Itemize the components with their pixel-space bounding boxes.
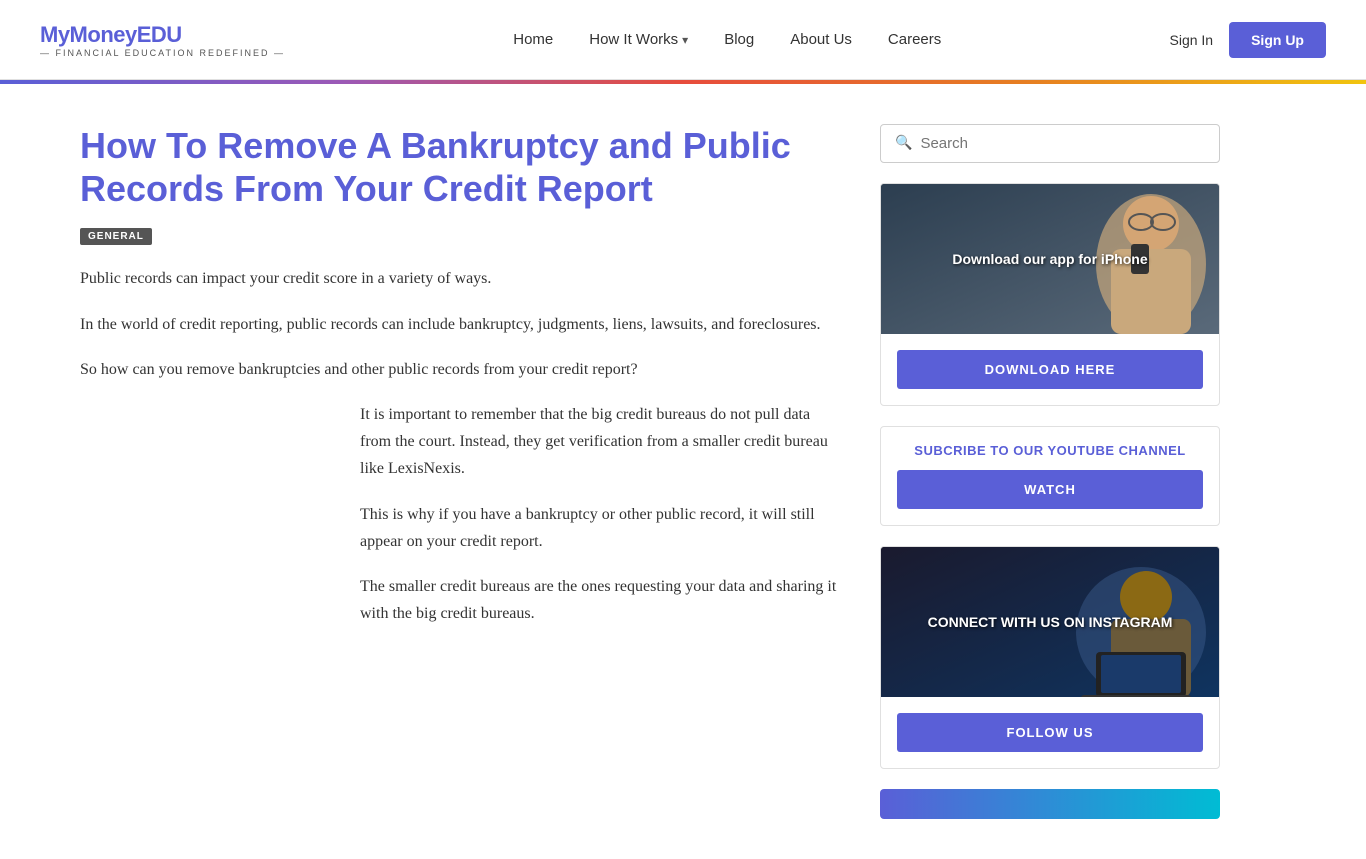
youtube-card-content: SUBCRIBE TO OUR YOUTUBE CHANNEL WATCH: [881, 427, 1219, 525]
nav-menu: Home How It Works Blog About Us Careers: [513, 31, 941, 49]
nav-auth-area: Sign In Sign Up: [1170, 22, 1326, 58]
nav-item-about-us[interactable]: About Us: [790, 31, 852, 49]
iphone-download-button[interactable]: DOWNLOAD HERE: [897, 350, 1203, 389]
article-quote-3: The smaller credit bureaus are the ones …: [360, 573, 840, 627]
nav-item-home[interactable]: Home: [513, 31, 553, 49]
iphone-card-overlay: Download our app for iPhone: [881, 184, 1219, 334]
article-title: How To Remove A Bankruptcy and Public Re…: [80, 124, 840, 210]
article-quote-1: It is important to remember that the big…: [360, 401, 840, 483]
youtube-watch-button[interactable]: WATCH: [897, 470, 1203, 509]
youtube-card: SUBCRIBE TO OUR YOUTUBE CHANNEL WATCH: [880, 426, 1220, 526]
sidebar: 🔍: [880, 124, 1220, 819]
nav-item-blog[interactable]: Blog: [724, 31, 754, 49]
search-input[interactable]: [920, 135, 1205, 152]
instagram-card: CONNECT WITH US ON INSTAGRAM FOLLOW US: [880, 546, 1220, 769]
iphone-card: Download our app for iPhone DOWNLOAD HER…: [880, 183, 1220, 406]
nav-about-us-link[interactable]: About Us: [790, 31, 852, 48]
article-para-1: Public records can impact your credit sc…: [80, 265, 840, 292]
iphone-card-title: Download our app for iPhone: [952, 251, 1147, 267]
iphone-card-content: DOWNLOAD HERE: [881, 334, 1219, 405]
article-para-2: In the world of credit reporting, public…: [80, 311, 840, 338]
site-logo[interactable]: MyMoneyEDU — Financial Education Redefin…: [40, 22, 285, 58]
youtube-card-title: SUBCRIBE TO OUR YOUTUBE CHANNEL: [897, 443, 1203, 458]
sign-up-button[interactable]: Sign Up: [1229, 22, 1326, 58]
instagram-card-overlay: CONNECT WITH US ON INSTAGRAM: [881, 547, 1219, 697]
instagram-follow-button[interactable]: FOLLOW US: [897, 713, 1203, 752]
article-quote-2: This is why if you have a bankruptcy or …: [360, 501, 840, 555]
search-icon: 🔍: [895, 135, 912, 152]
iphone-card-image: Download our app for iPhone: [881, 184, 1219, 334]
sign-in-button[interactable]: Sign In: [1170, 32, 1214, 48]
article-body: Public records can impact your credit sc…: [80, 265, 840, 383]
search-box[interactable]: 🔍: [880, 124, 1220, 163]
instagram-card-content: FOLLOW US: [881, 697, 1219, 768]
gradient-banner: [880, 789, 1220, 819]
nav-item-careers[interactable]: Careers: [888, 31, 941, 49]
instagram-card-image: CONNECT WITH US ON INSTAGRAM: [881, 547, 1219, 697]
instagram-card-title: CONNECT WITH US ON INSTAGRAM: [928, 614, 1173, 630]
logo-prefix: MyMoney: [40, 22, 137, 47]
logo-text: MyMoneyEDU: [40, 22, 285, 48]
nav-blog-link[interactable]: Blog: [724, 31, 754, 48]
nav-how-it-works-link[interactable]: How It Works: [589, 31, 688, 48]
nav-item-how-it-works[interactable]: How It Works: [589, 31, 688, 48]
logo-suffix: EDU: [137, 22, 182, 47]
nav-careers-link[interactable]: Careers: [888, 31, 941, 48]
article-quote: It is important to remember that the big…: [360, 401, 840, 627]
main-container: How To Remove A Bankruptcy and Public Re…: [0, 84, 1366, 859]
navigation: MyMoneyEDU — Financial Education Redefin…: [0, 0, 1366, 80]
nav-home-link[interactable]: Home: [513, 31, 553, 48]
article-para-3: So how can you remove bankruptcies and o…: [80, 356, 840, 383]
logo-tagline: — Financial Education Redefined —: [40, 48, 285, 58]
article: How To Remove A Bankruptcy and Public Re…: [80, 124, 840, 819]
article-tag: GENERAL: [80, 228, 152, 245]
